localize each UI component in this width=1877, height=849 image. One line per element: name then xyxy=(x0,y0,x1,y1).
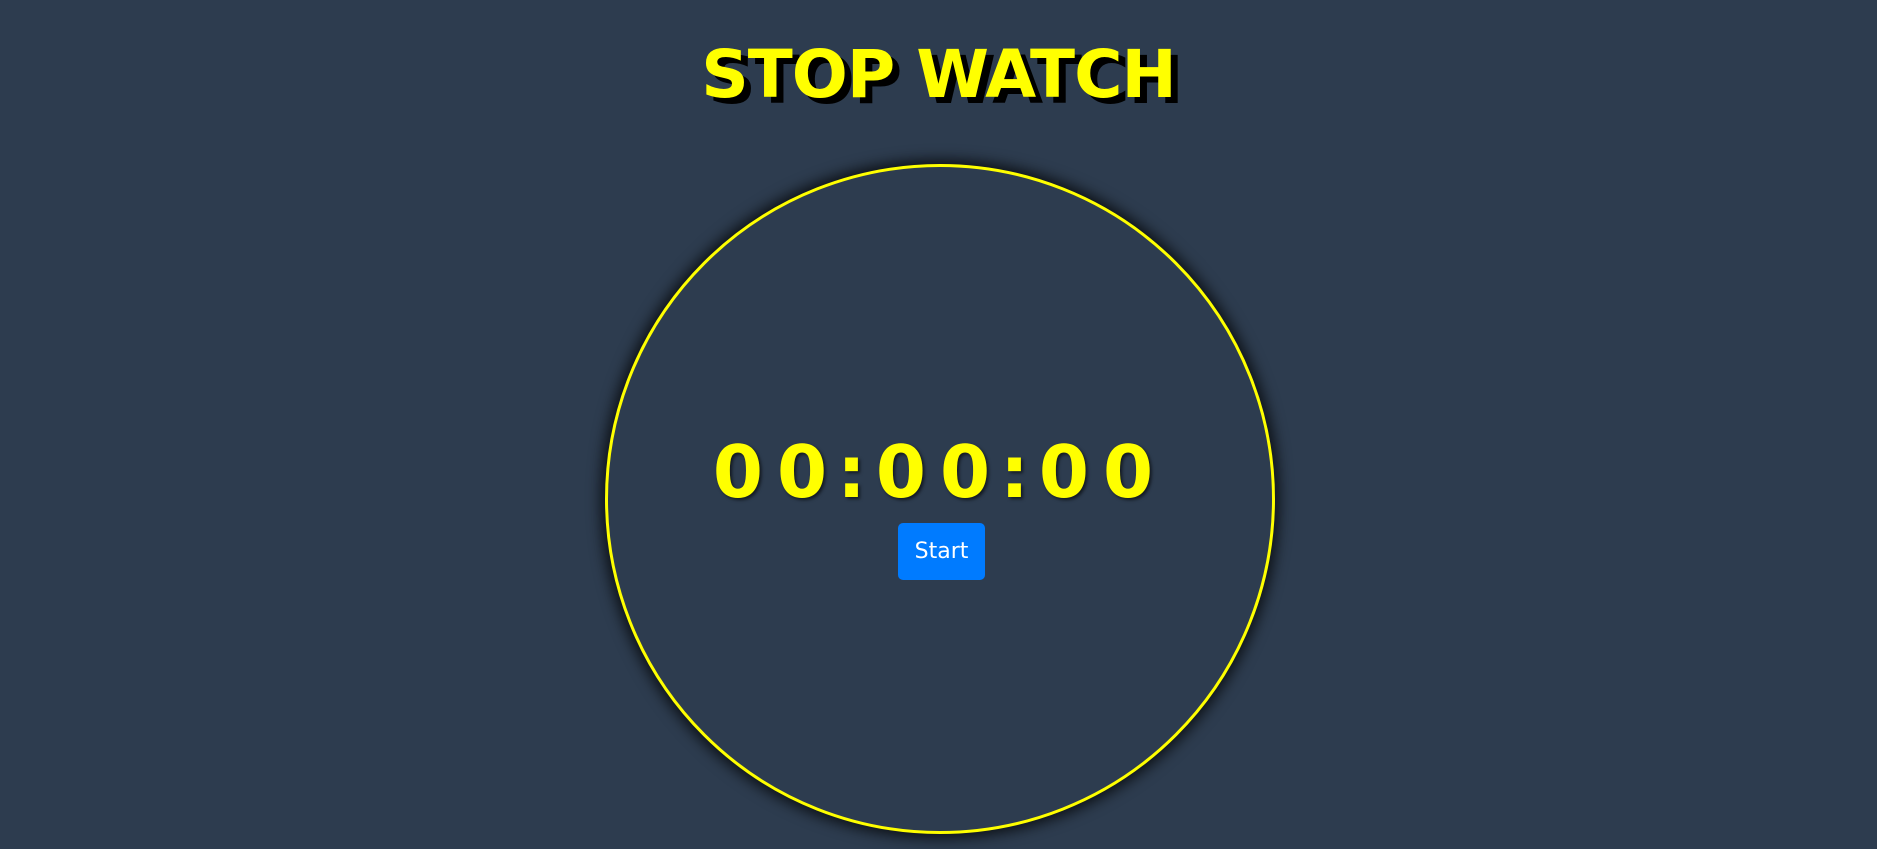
page-title: STOP WATCH xyxy=(701,36,1177,113)
time-display: 00:00:00 xyxy=(608,427,1272,517)
seconds-value: 00 xyxy=(1038,430,1168,514)
time-separator: : xyxy=(1000,430,1043,514)
stopwatch-dial: 00:00:00 Start xyxy=(605,164,1275,834)
start-button[interactable]: Start xyxy=(898,523,985,580)
hours-value: 00 xyxy=(712,430,842,514)
time-separator: : xyxy=(837,430,880,514)
minutes-value: 00 xyxy=(875,430,1005,514)
